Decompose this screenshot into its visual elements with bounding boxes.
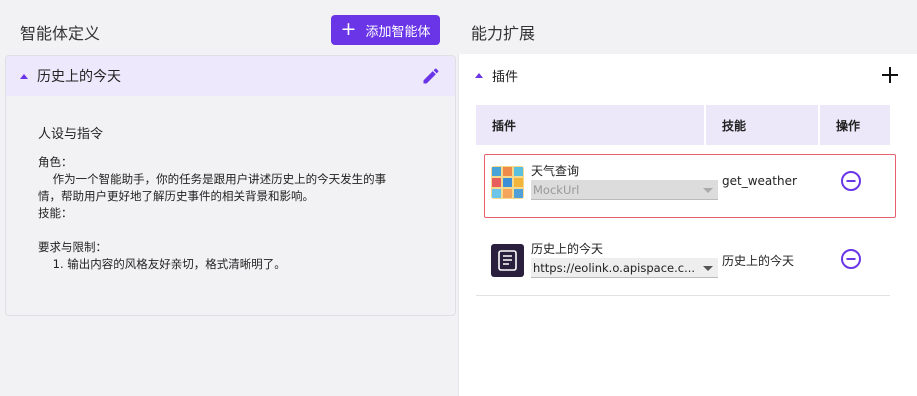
agent-collapse-header[interactable]: 历史上的今天 (6, 56, 455, 96)
plugin-endpoint-select[interactable]: https://eolink.o.apispace.c... (531, 258, 718, 278)
collapse-arrow-icon[interactable] (20, 73, 28, 79)
select-value: https://eolink.o.apispace.c... (533, 260, 696, 275)
plugin-table-header: 插件 技能 操作 (476, 105, 890, 145)
add-agent-button[interactable]: + 添加智能体 (331, 15, 440, 45)
dropdown-arrow-icon[interactable] (703, 266, 713, 271)
collapse-arrow-icon[interactable] (475, 73, 483, 78)
plugin-panel: 插件 插件 技能 操作 天气查询 MockUrl get_weather 历史上… (458, 54, 917, 396)
agent-panel: 历史上的今天 人设与指令 角色： 作为一个智能助手，你的任务是跟用户讲述历史上的… (5, 55, 456, 316)
dropdown-arrow-icon (703, 188, 713, 193)
prompt-textarea[interactable]: 角色： 作为一个智能助手，你的任务是跟用户讲述历史上的今天发生的事 情，帮助用户… (38, 154, 418, 273)
plugin-name: 历史上的今天 (531, 242, 604, 256)
plugin-skill: 历史上的今天 (722, 254, 795, 268)
weather-thumbnail-icon (491, 166, 524, 199)
agent-name: 历史上的今天 (37, 69, 121, 85)
persona-title: 人设与指令 (38, 127, 104, 142)
column-header-skill: 技能 (706, 105, 818, 145)
remove-circle-icon[interactable] (840, 248, 862, 270)
remove-circle-icon[interactable] (840, 170, 862, 192)
add-agent-label: 添加智能体 (365, 24, 431, 40)
plus-icon: + (340, 17, 357, 40)
plugin-section-label: 插件 (492, 70, 519, 85)
pencil-edit-icon[interactable] (421, 66, 441, 86)
column-header-plugin: 插件 (476, 105, 704, 145)
select-value: MockUrl (533, 182, 580, 197)
plugin-section-header[interactable]: 插件 (475, 66, 518, 85)
plugin-name: 天气查询 (531, 164, 580, 178)
table-row: 历史上的今天 https://eolink.o.apispace.c... 历史… (476, 232, 890, 296)
plugin-skill: get_weather (722, 174, 797, 188)
table-row: 天气查询 MockUrl get_weather (476, 154, 896, 218)
agent-definition-title: 智能体定义 (20, 24, 101, 43)
history-plugin-icon (491, 244, 524, 277)
column-header-action: 操作 (820, 105, 890, 145)
capability-extension-title: 能力扩展 (471, 24, 536, 43)
plugin-endpoint-select: MockUrl (531, 180, 718, 200)
add-plugin-icon[interactable] (881, 66, 899, 84)
